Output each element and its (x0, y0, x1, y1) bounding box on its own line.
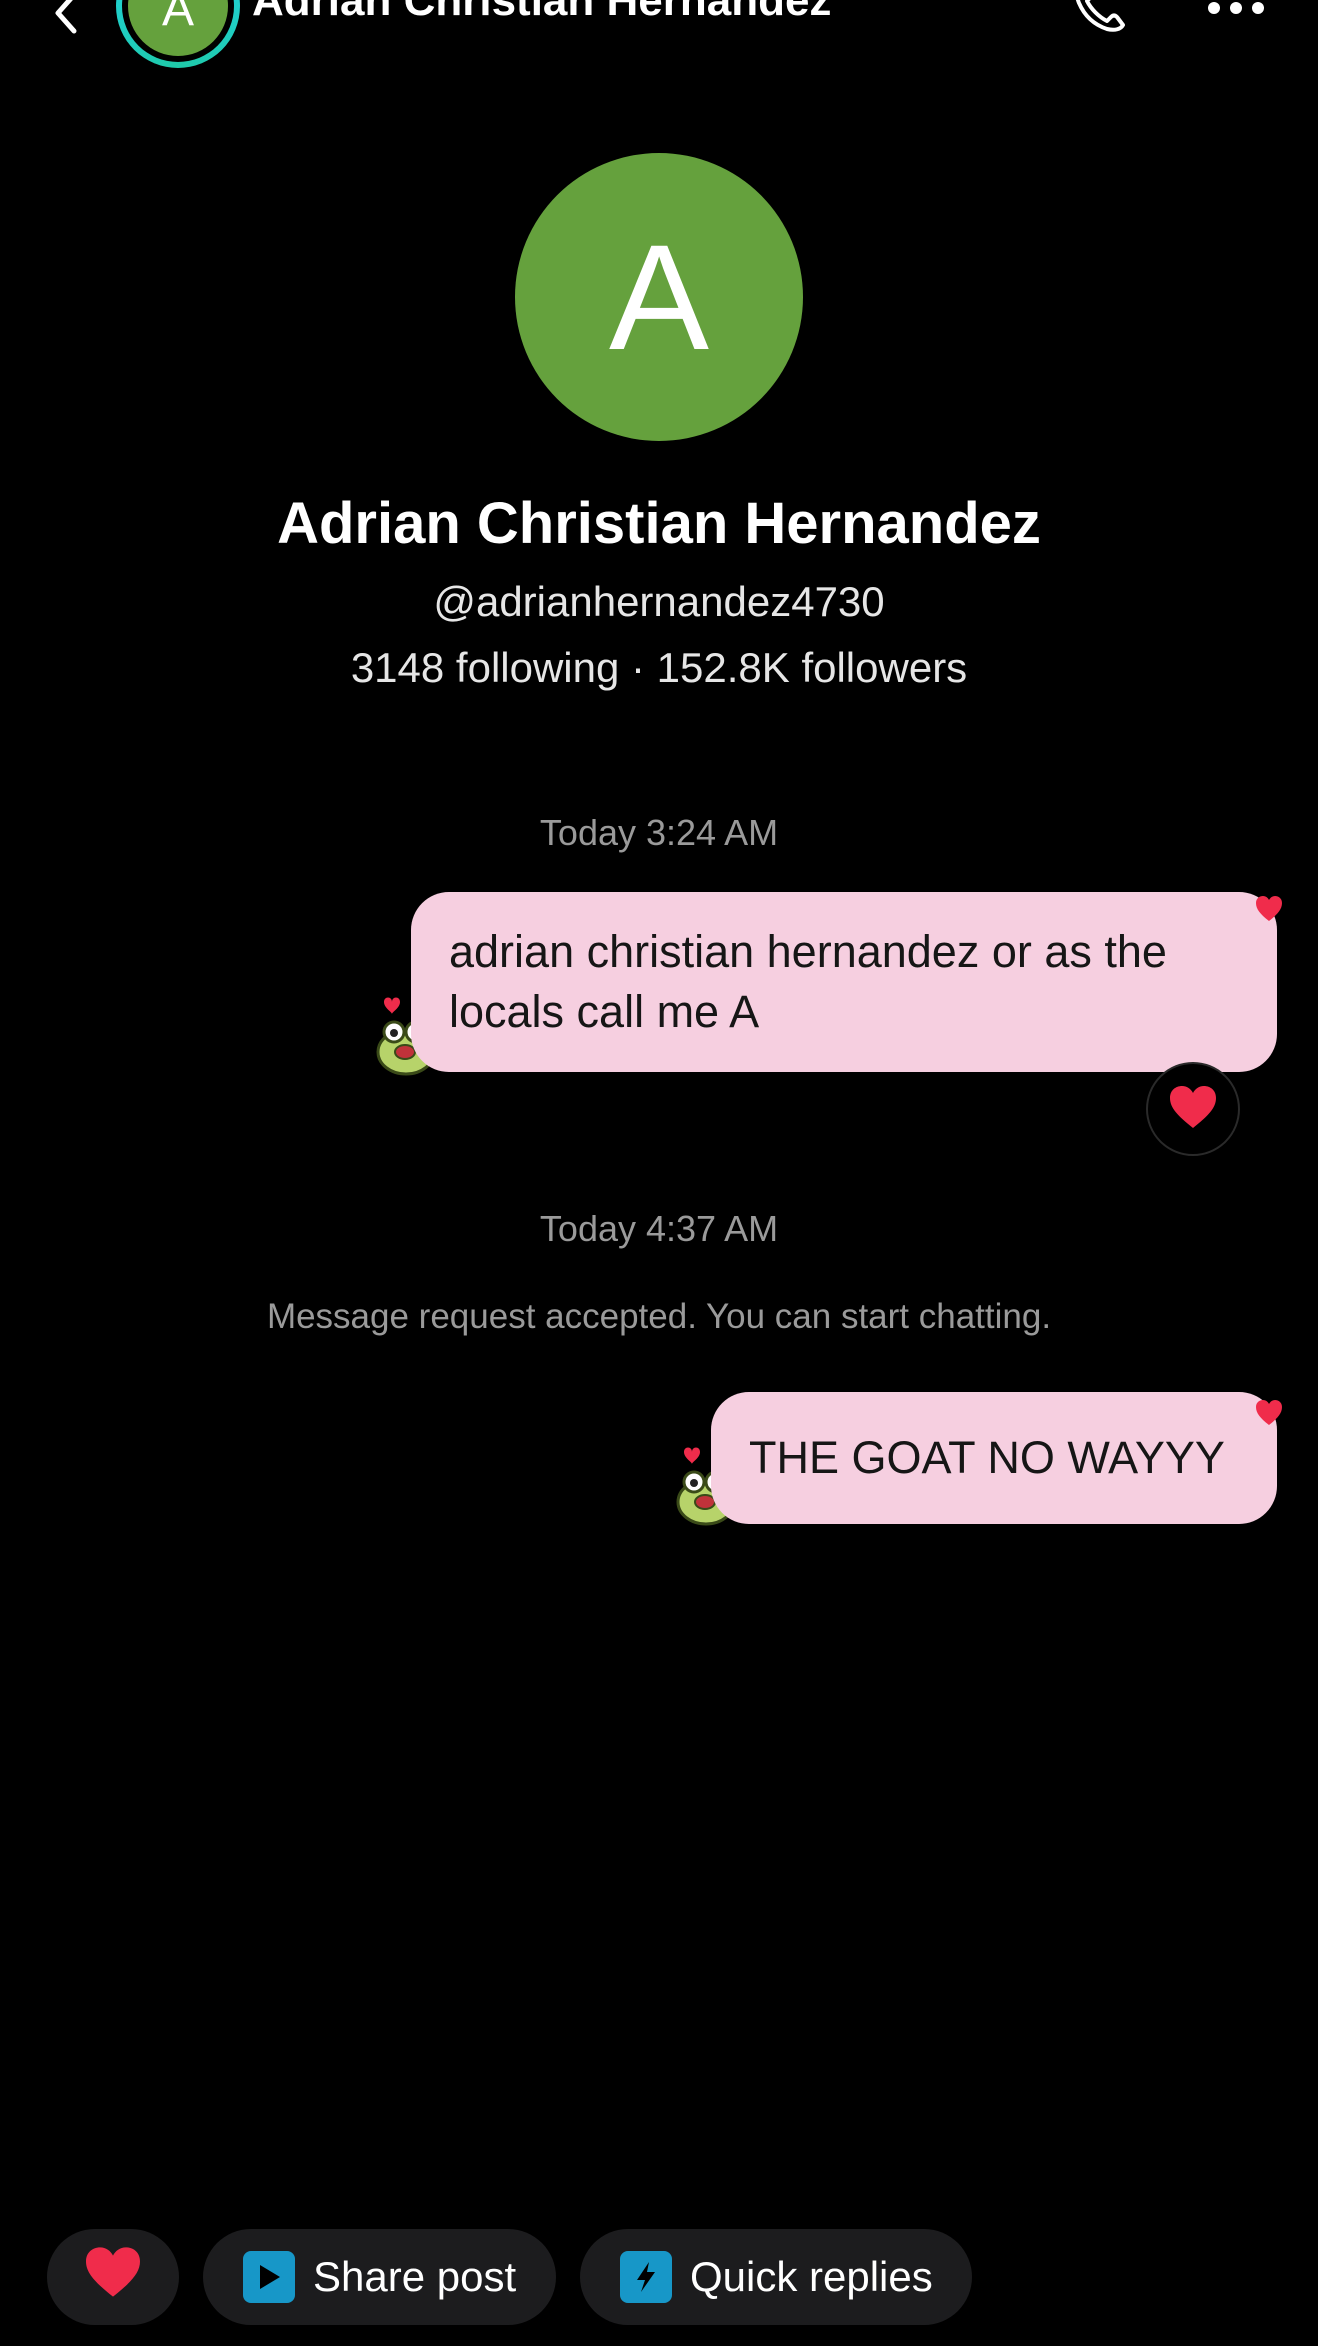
more-horizontal-icon (1206, 0, 1266, 21)
system-message: Message request accepted. You can start … (266, 1297, 1052, 1336)
message-text: adrian christian hernandez or as the loc… (449, 926, 1167, 1037)
heart-icon (1168, 1084, 1218, 1135)
play-square-icon (243, 2251, 295, 2303)
quick-replies-label: Quick replies (690, 2253, 933, 2300)
back-button[interactable] (36, 0, 96, 50)
message-bubble[interactable]: THE GOAT NO WAYYY (711, 1392, 1277, 1524)
message-bubble[interactable]: adrian christian hernandez or as the loc… (411, 892, 1277, 1072)
chat-header: A Adrian Christian Hernandez (0, 0, 1318, 70)
message-text: THE GOAT NO WAYYY (749, 1432, 1225, 1483)
profile-name: Adrian Christian Hernandez (277, 491, 1041, 556)
liked-heart-icon (1254, 1398, 1284, 1428)
lightning-bubble-icon (620, 2251, 672, 2303)
share-post-label: Share post (313, 2253, 517, 2300)
heart-icon (83, 2245, 143, 2309)
share-post-button[interactable]: Share post (203, 2229, 556, 2325)
send-heart-button[interactable] (47, 2229, 179, 2325)
message-timestamp: Today 3:24 AM (539, 812, 779, 853)
profile-stats: 3148 following · 152.8K followers (350, 644, 968, 691)
call-button[interactable] (1060, 0, 1140, 48)
header-avatar[interactable]: A (116, 0, 240, 68)
header-title[interactable]: Adrian Christian Hernandez (252, 0, 831, 26)
more-options-button[interactable] (1196, 0, 1276, 40)
profile-handle: @adrianhernandez4730 (433, 578, 885, 625)
message-timestamp: Today 4:37 AM (539, 1208, 779, 1249)
phone-icon (1067, 0, 1133, 44)
header-avatar-initial: A (128, 0, 228, 56)
quick-replies-button[interactable]: Quick replies (580, 2229, 972, 2325)
chevron-left-icon (46, 0, 86, 42)
profile-avatar[interactable]: A (515, 153, 803, 441)
message-reaction[interactable] (1146, 1062, 1240, 1156)
liked-heart-icon (1254, 894, 1284, 924)
